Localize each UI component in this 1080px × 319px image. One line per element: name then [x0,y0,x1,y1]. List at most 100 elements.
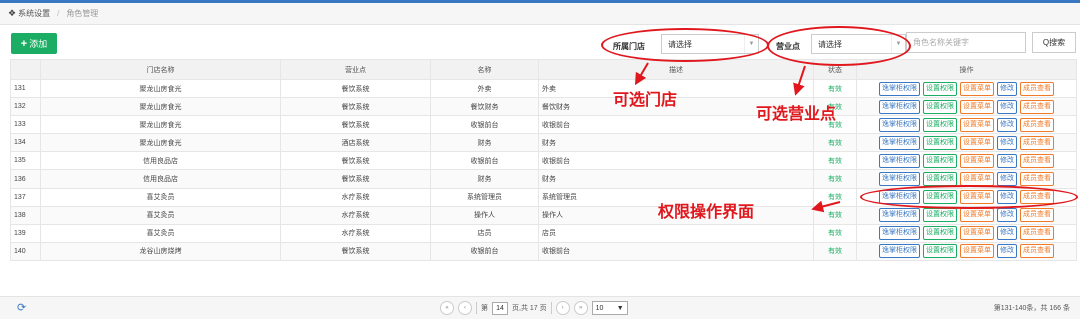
table-cell: 水疗系统 [280,223,431,243]
view-members-button[interactable]: 成员查看 [1020,117,1054,132]
view-members-button[interactable]: 成员查看 [1020,226,1054,241]
page-suffix: 页,共 17 页 [512,305,547,312]
col-header-desc[interactable]: 描述 [538,59,814,80]
edit-button[interactable]: 修改 [997,99,1017,114]
actions-cell: 逸掌柜权限 设置权限 设置菜单 修改 成员查看 [856,97,1077,117]
edit-button[interactable]: 修改 [997,117,1017,132]
view-members-button[interactable]: 成员查看 [1020,153,1054,168]
role-name: 店员 [477,230,492,238]
set-menu-button[interactable]: 设置菜单 [960,117,994,132]
view-members-button[interactable]: 成员查看 [1020,81,1054,96]
edit-button[interactable]: 修改 [997,208,1017,223]
table-row: 140 龙谷山房烧烤 餐饮系统 收银前台 收银前台 有效 逸掌柜权限 设置权限 设置菜单 修改 成员… [10,241,1077,261]
next-page-icon[interactable]: › [555,301,570,315]
set-permission-button[interactable]: 设置权限 [923,244,957,259]
boss-permission-button[interactable]: 逸掌柜权限 [879,153,920,168]
boss-permission-button[interactable]: 逸掌柜权限 [879,226,920,241]
edit-button[interactable]: 修改 [997,81,1017,96]
col-header-name[interactable]: 名称 [430,59,539,80]
actions-cell: 逸掌柜权限 设置权限 设置菜单 修改 成员查看 [856,133,1077,153]
set-menu-button[interactable]: 设置菜单 [960,244,994,259]
plus-icon: + [20,37,28,50]
edit-button[interactable]: 修改 [997,153,1017,168]
page-number-input[interactable]: 14 [492,301,508,315]
set-permission-button[interactable]: 设置权限 [923,153,957,168]
set-permission-button[interactable]: 设置权限 [923,117,957,132]
breadcrumb-home[interactable]: 系统设置 [18,8,50,19]
view-members-button[interactable]: 成员查看 [1020,190,1054,205]
set-menu-button[interactable]: 设置菜单 [960,208,994,223]
refresh-icon[interactable]: ⟳ [17,301,26,314]
row-index: 131 [14,85,26,93]
view-members-button[interactable]: 成员查看 [1020,99,1054,114]
set-permission-button[interactable]: 设置权限 [923,81,957,96]
edit-button[interactable]: 修改 [997,135,1017,150]
col-header-outlet[interactable]: 营业点 [280,59,431,80]
boss-permission-button[interactable]: 逸掌柜权限 [879,172,920,187]
set-permission-button[interactable]: 设置权限 [923,208,957,223]
last-page-icon[interactable]: » [573,301,588,315]
table-cell: 信用良品店 [40,151,281,171]
table-footer: ⟳ « ‹ 第 14 页,共 17 页 › » 10 ▼ 第131-140条，共… [0,296,1080,319]
set-menu-button[interactable]: 设置菜单 [960,226,994,241]
set-menu-button[interactable]: 设置菜单 [960,190,994,205]
col-header-status[interactable]: 状态 [813,59,857,80]
table-cell: 财务 [538,169,814,189]
row-index: 134 [14,139,26,147]
outlet-name: 餐饮系统 [341,248,370,256]
status-badge: 有效 [828,176,842,184]
edit-button[interactable]: 修改 [997,172,1017,187]
table-cell: 136 [10,169,41,189]
store-select[interactable]: 请选择 ▼ [661,34,759,54]
table-cell: 喜艾灸员 [40,205,281,225]
outlet-name: 餐饮系统 [341,85,370,93]
actions-cell: 逸掌柜权限 设置权限 设置菜单 修改 成员查看 [856,169,1077,189]
boss-permission-button[interactable]: 逸掌柜权限 [879,99,920,114]
role-desc: 餐饮财务 [542,103,570,111]
table-cell: 餐饮系统 [280,241,431,261]
edit-button[interactable]: 修改 [997,190,1017,205]
row-index: 139 [14,229,26,237]
role-desc: 收银前台 [542,157,570,165]
table-cell: 有效 [813,169,857,189]
role-desc: 系统管理员 [542,194,577,202]
actions-cell: 逸掌柜权限 设置权限 设置菜单 修改 成员查看 [856,205,1077,225]
first-page-icon[interactable]: « [440,301,454,315]
set-menu-button[interactable]: 设置菜单 [960,81,994,96]
col-header-store[interactable]: 门店名称 [40,59,281,80]
page-size-select[interactable]: 10 ▼ [591,301,628,315]
set-menu-button[interactable]: 设置菜单 [960,172,994,187]
edit-button[interactable]: 修改 [997,226,1017,241]
add-button[interactable]: + 添加 [11,33,57,54]
view-members-button[interactable]: 成员查看 [1020,244,1054,259]
set-permission-button[interactable]: 设置权限 [923,190,957,205]
view-members-button[interactable]: 成员查看 [1020,172,1054,187]
set-menu-button[interactable]: 设置菜单 [960,135,994,150]
boss-permission-button[interactable]: 逸掌柜权限 [879,190,920,205]
prev-page-icon[interactable]: ‹ [458,301,472,315]
store-name: 喜艾灸员 [146,212,175,220]
boss-permission-button[interactable]: 逸掌柜权限 [879,117,920,132]
set-permission-button[interactable]: 设置权限 [923,172,957,187]
table-cell: 137 [10,187,41,207]
pager-divider [476,302,477,314]
boss-permission-button[interactable]: 逸掌柜权限 [879,135,920,150]
outlet-select-value: 请选择 [818,39,842,49]
set-permission-button[interactable]: 设置权限 [923,135,957,150]
table-cell: 财务 [430,133,539,153]
boss-permission-button[interactable]: 逸掌柜权限 [879,81,920,96]
edit-button[interactable]: 修改 [997,244,1017,259]
search-button[interactable]: Q搜索 [1032,32,1076,53]
set-menu-button[interactable]: 设置菜单 [960,99,994,114]
keyword-input[interactable]: 角色名称关键字 [906,32,1026,53]
boss-permission-button[interactable]: 逸掌柜权限 [879,208,920,223]
set-permission-button[interactable]: 设置权限 [923,99,957,114]
store-name: 喜艾灸员 [146,230,175,238]
set-menu-button[interactable]: 设置菜单 [960,153,994,168]
boss-permission-button[interactable]: 逸掌柜权限 [879,244,920,259]
view-members-button[interactable]: 成员查看 [1020,135,1054,150]
outlet-select[interactable]: 请选择 ▼ [811,34,906,54]
table-cell: 信用良品店 [40,169,281,189]
view-members-button[interactable]: 成员查看 [1020,208,1054,223]
set-permission-button[interactable]: 设置权限 [923,226,957,241]
